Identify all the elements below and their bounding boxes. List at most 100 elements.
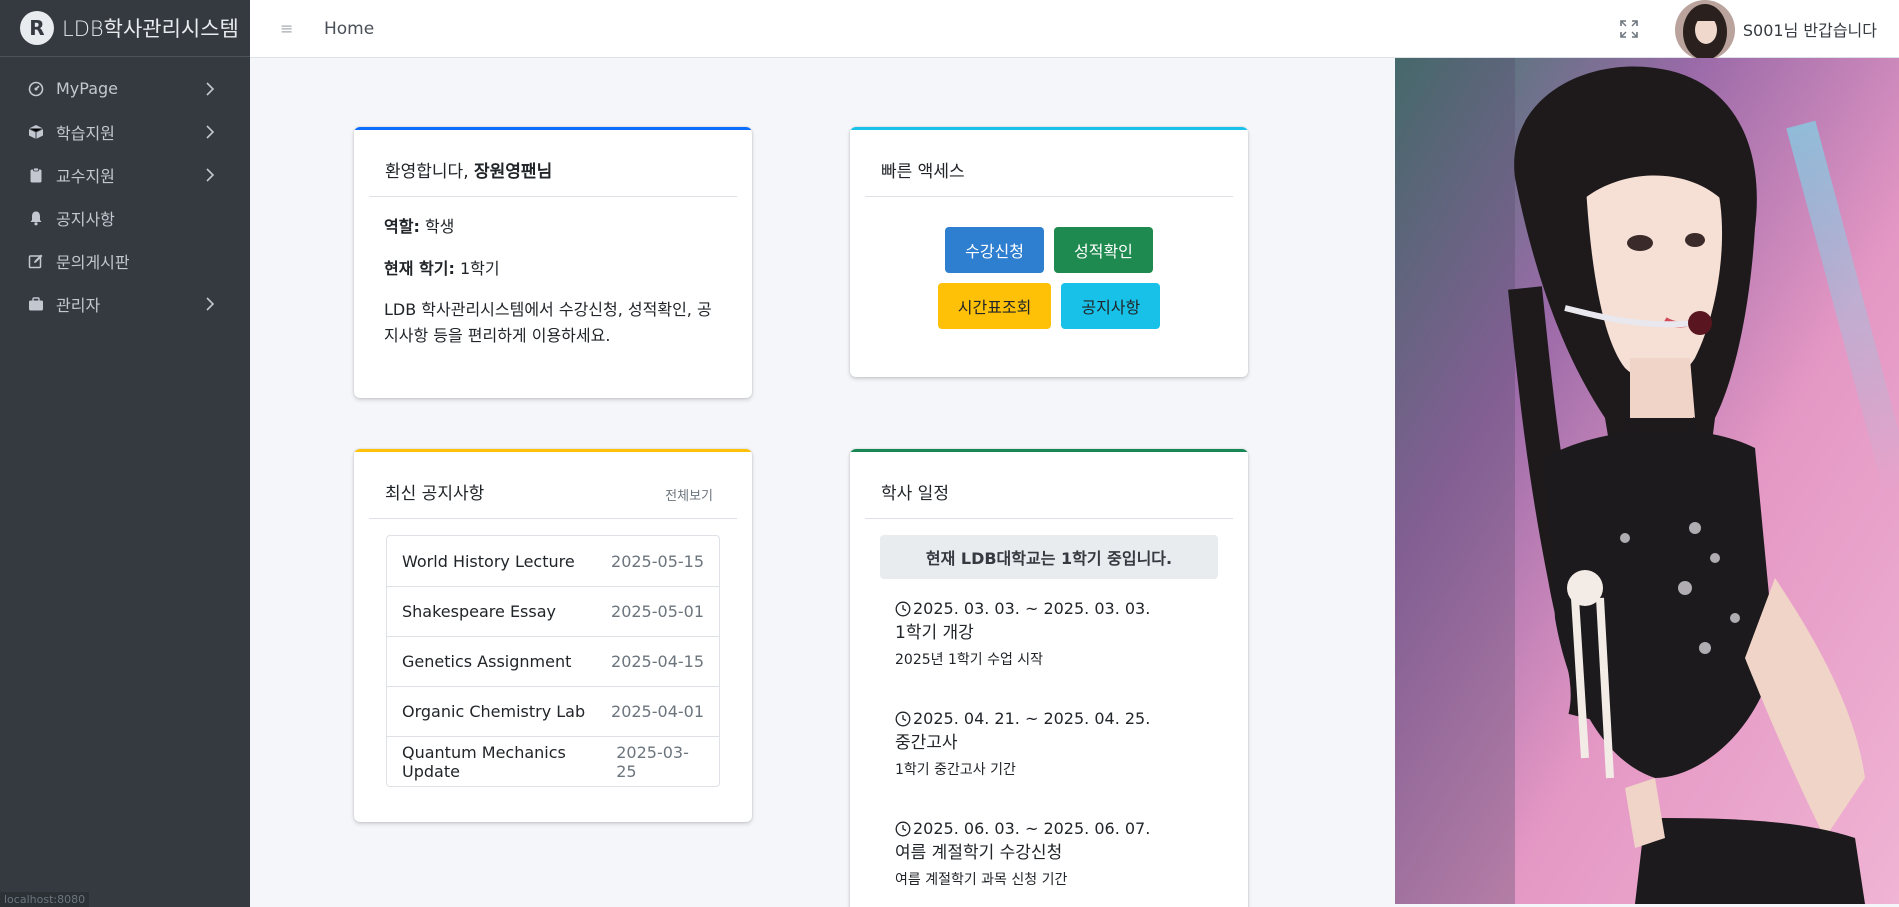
clock-icon: [895, 601, 911, 616]
event-date: 2025. 03. 03. ~ 2025. 03. 03.: [913, 599, 1151, 618]
event-title: 여름 계절학기 수강신청: [895, 843, 1063, 863]
card-accent-bar: [354, 127, 752, 130]
course-registration-button[interactable]: 수강신청: [945, 227, 1044, 273]
schedule-event: 2025. 03. 03. ~ 2025. 03. 03. 1학기 개강 202…: [850, 589, 1248, 679]
chevron-right-icon: [206, 296, 215, 311]
welcome-body: 역할: 학생 현재 학기: 1학기 LDB 학사관리시스템에서 수강신청, 성적…: [354, 197, 752, 383]
notices-title: 최신 공지사항: [385, 484, 485, 504]
role-label: 역할:: [384, 217, 420, 236]
list-item[interactable]: World History Lecture 2025-05-15: [387, 536, 719, 586]
notice-date: 2025-03-25: [616, 742, 689, 781]
event-date-row: 2025. 03. 03. ~ 2025. 03. 03.: [895, 599, 1203, 618]
clock-icon: [895, 711, 911, 726]
notice-title: Shakespeare Essay: [402, 602, 556, 621]
user-greeting: S001님 반갑습니다: [1742, 21, 1877, 40]
event-date-row: 2025. 06. 03. ~ 2025. 06. 07.: [895, 819, 1203, 838]
clock-icon: [895, 821, 911, 836]
welcome-card: 환영합니다, 장원영팬님 역할: 학생 현재 학기: 1학기 LDB 학사관리시…: [354, 127, 752, 398]
welcome-header: 환영합니다, 장원영팬님: [369, 127, 737, 197]
event-description: 1학기 중간고사 기간: [895, 762, 1016, 778]
list-item[interactable]: Quantum Mechanics Update 2025-03-25: [387, 736, 719, 786]
edit-icon: [28, 253, 44, 269]
sidebar-nav: MyPage 학습지원 교수지원 공지사항 문의게시판 관리자: [0, 67, 250, 325]
notice-date: 2025-05-01: [611, 602, 704, 621]
dashboard-icon: [28, 81, 44, 97]
sidebar-item-label: 공지사항: [56, 209, 115, 229]
top-navbar: ≡ Home S001님 반갑습니다: [250, 0, 1899, 60]
quick-access-buttons: 수강신청 성적확인 시간표조회 공지사항: [850, 197, 1248, 329]
sidebar-item-label: 문의게시판: [56, 252, 130, 272]
sidebar-item-label: 교수지원: [56, 166, 115, 186]
header-user-area: S001님 반갑습니다: [1619, 0, 1877, 60]
briefcase-icon: [28, 296, 44, 312]
grade-check-button[interactable]: 성적확인: [1054, 227, 1153, 273]
sidebar-item-label: 관리자: [56, 295, 101, 315]
menu-toggle-icon[interactable]: ≡: [280, 20, 294, 36]
card-accent-bar: [850, 127, 1248, 130]
bell-icon: [28, 210, 44, 226]
sidebar-item-label: 학습지원: [56, 123, 115, 143]
sidebar-item-professor[interactable]: 교수지원: [8, 153, 242, 196]
card-accent-bar: [354, 449, 752, 452]
notice-list: World History Lecture 2025-05-15 Shakesp…: [386, 535, 720, 787]
latest-notices-card: 최신 공지사항 전체보기 World History Lecture 2025-…: [354, 449, 752, 822]
quick-access-title: 빠른 액세스: [881, 162, 965, 182]
event-title: 중간고사: [895, 733, 958, 753]
academic-schedule-card: 학사 일정 현재 LDB대학교는 1학기 중입니다. 2025. 03. 03.…: [850, 449, 1248, 907]
fullscreen-icon[interactable]: [1619, 19, 1639, 39]
notice-title: Genetics Assignment: [402, 652, 572, 671]
sidebar-item-learning[interactable]: 학습지원: [8, 110, 242, 153]
event-date-row: 2025. 04. 21. ~ 2025. 04. 25.: [895, 709, 1203, 728]
list-item[interactable]: Shakespeare Essay 2025-05-01: [387, 586, 719, 636]
list-item[interactable]: Organic Chemistry Lab 2025-04-01: [387, 686, 719, 736]
status-bar-url: localhost:8080: [0, 892, 90, 907]
sidebar: R LDB학사관리시스템 MyPage 학습지원 교수지원 공지사항 문의게시판…: [0, 0, 250, 907]
clipboard-icon: [28, 167, 44, 183]
semester-row: 현재 학기: 1학기: [384, 255, 722, 279]
cube-icon: [28, 124, 44, 140]
schedule-title: 학사 일정: [881, 484, 949, 504]
chevron-right-icon: [206, 167, 215, 182]
card-accent-bar: [850, 449, 1248, 452]
event-date: 2025. 04. 21. ~ 2025. 04. 25.: [913, 709, 1151, 728]
avatar[interactable]: [1674, 0, 1735, 60]
profile-photo: [1395, 58, 1899, 904]
event-description: 2025년 1학기 수업 시작: [895, 652, 1044, 668]
quick-access-header: 빠른 액세스: [865, 127, 1233, 197]
schedule-header: 학사 일정: [865, 449, 1233, 519]
event-date: 2025. 06. 03. ~ 2025. 06. 07.: [913, 819, 1151, 838]
view-all-link[interactable]: 전체보기: [665, 485, 713, 504]
event-description: 여름 계절학기 과목 신청 기간: [895, 872, 1068, 888]
sidebar-item-inquiry-board[interactable]: 문의게시판: [8, 239, 242, 282]
brand-logo-icon: R: [20, 11, 54, 45]
schedule-event: 2025. 04. 21. ~ 2025. 04. 25. 중간고사 1학기 중…: [850, 699, 1248, 789]
notice-title: Organic Chemistry Lab: [402, 702, 586, 721]
notice-date: 2025-04-15: [611, 652, 704, 671]
welcome-description: LDB 학사관리시스템에서 수강신청, 성적확인, 공지사항 등을 편리하게 이…: [384, 300, 712, 345]
notice-title: World History Lecture: [402, 551, 575, 571]
notice-date: 2025-05-15: [611, 551, 704, 571]
user-name: 장원영팬님: [474, 162, 553, 182]
list-item[interactable]: Genetics Assignment 2025-04-15: [387, 636, 719, 686]
sidebar-item-mypage[interactable]: MyPage: [8, 67, 242, 110]
notice-button[interactable]: 공지사항: [1061, 283, 1161, 329]
event-title: 1학기 개강: [895, 623, 974, 643]
role-value: 학생: [424, 217, 455, 236]
chevron-right-icon: [206, 124, 215, 139]
role-row: 역할: 학생: [384, 213, 722, 237]
home-link[interactable]: Home: [324, 19, 374, 39]
semester-value: 1학기: [459, 259, 500, 278]
quick-access-card: 빠른 액세스 수강신청 성적확인 시간표조회 공지사항: [850, 127, 1248, 377]
chevron-right-icon: [206, 81, 215, 96]
brand-link[interactable]: R LDB학사관리시스템: [0, 0, 250, 57]
notice-date: 2025-04-01: [611, 702, 704, 721]
schedule-event: 2025. 06. 03. ~ 2025. 06. 07. 여름 계절학기 수강…: [850, 809, 1248, 899]
welcome-prefix: 환영합니다,: [385, 162, 469, 182]
brand-title: LDB학사관리시스템: [62, 17, 239, 41]
sidebar-item-admin[interactable]: 관리자: [8, 282, 242, 325]
sidebar-item-notice[interactable]: 공지사항: [8, 196, 242, 239]
notices-header: 최신 공지사항 전체보기: [369, 449, 737, 519]
notice-title: Quantum Mechanics Update: [402, 742, 566, 781]
semester-label: 현재 학기:: [384, 259, 455, 278]
timetable-button[interactable]: 시간표조회: [937, 283, 1052, 329]
